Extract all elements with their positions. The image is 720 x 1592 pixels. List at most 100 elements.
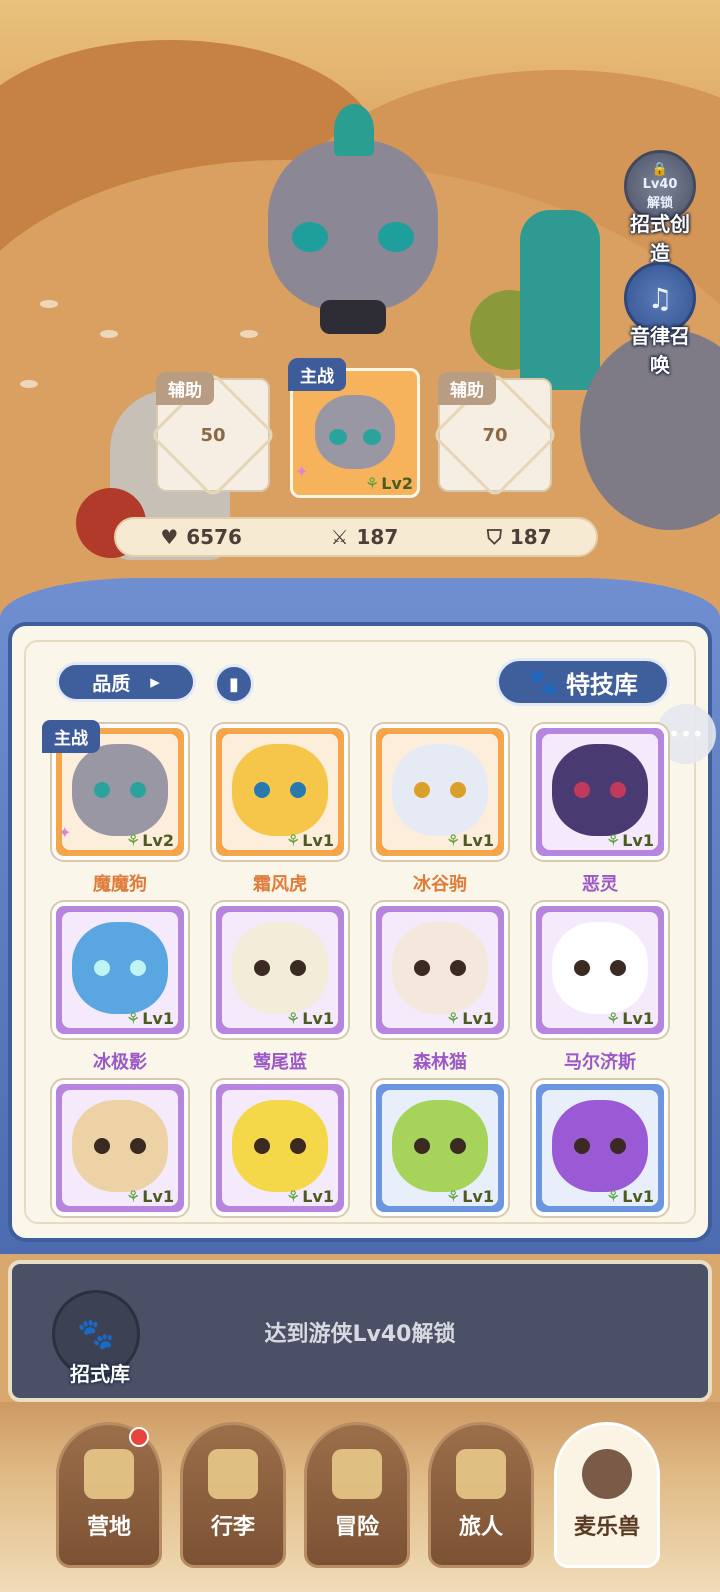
pet-card[interactable]: ⚘ Lv1 [52, 1080, 188, 1216]
heart-icon: ♥ [160, 525, 179, 549]
nav-traveler[interactable]: 旅人 [428, 1422, 534, 1568]
pet-portrait [72, 744, 168, 836]
skill-library-label: 特技库 [565, 670, 638, 699]
pet-thumbnail: ⚘ Lv1 [532, 1080, 668, 1216]
stat-bar: ♥ 6576 ⚔ 187 ⛉ 187 [114, 517, 598, 557]
pet-card[interactable]: ⚘ Lv1 冰谷驹 [372, 724, 508, 896]
sprout-icon: ⚘ [605, 1187, 621, 1206]
pet-thumbnail: ⚘ Lv1 [372, 1080, 508, 1216]
level-badge: ⚘ Lv1 [446, 831, 494, 850]
support-tag: 辅助 [156, 372, 214, 405]
level-badge: ⚘ Lv1 [286, 831, 334, 850]
sprout-icon: ⚘ [605, 1009, 621, 1028]
pet-portrait [232, 922, 328, 1014]
level-badge: ⚘ Lv1 [446, 1187, 494, 1206]
pebble [100, 330, 118, 338]
pet-thumbnail: ⚘ Lv1 [52, 902, 188, 1038]
main-pet-model[interactable] [268, 104, 438, 334]
teal-monster[interactable] [520, 210, 600, 390]
skill-library-button[interactable]: 🐾 特技库 [496, 658, 670, 706]
quality-filter-button[interactable]: 品质 ▸ [56, 662, 196, 702]
attack-stat: ⚔ 187 [331, 525, 399, 549]
sprout-icon: ⚘ [125, 1009, 141, 1028]
pet-portrait [552, 922, 648, 1014]
level-text: Lv1 [302, 1187, 334, 1206]
level-badge: ⚘ Lv1 [126, 1187, 174, 1206]
nav-label: 旅人 [458, 1515, 503, 1540]
level-badge: ⚘ Lv1 [126, 1009, 174, 1028]
level-text: Lv2 [381, 474, 413, 493]
nav-camp[interactable]: 营地 [56, 1422, 162, 1568]
bottom-navigation: 营地 行李 冒险 旅人 麦乐兽 [0, 1402, 720, 1592]
quality-label: 品质 [92, 672, 131, 695]
level-text: Lv1 [622, 1187, 654, 1206]
pet-portrait [232, 744, 328, 836]
pet-card[interactable]: ⚘ Lv1 [372, 1080, 508, 1216]
pebble [240, 330, 258, 338]
shield-icon: ⛉ [486, 525, 502, 549]
book-icon: ▮ [229, 673, 239, 695]
pet-name: 恶灵 [582, 874, 618, 895]
pet-portrait [232, 1100, 328, 1192]
nav-luggage[interactable]: 行李 [180, 1422, 286, 1568]
main-slot[interactable]: ✦ ⚘ Lv2 主战 [288, 358, 420, 498]
move-creation-label: 招式创造 [630, 212, 690, 265]
nav-pets[interactable]: 麦乐兽 [554, 1422, 660, 1568]
pet-eye [329, 429, 347, 445]
defense-stat: ⛉ 187 [487, 525, 552, 549]
nav-label: 冒险 [334, 1515, 379, 1540]
pet-card[interactable]: ⚘ Lv1 马尔济斯 [532, 902, 668, 1074]
rhythm-summon-label: 音律召唤 [630, 324, 690, 377]
pet-eye [378, 222, 414, 252]
character-icon [456, 1449, 506, 1499]
pet-card[interactable]: ⚘ Lv1 [212, 1080, 348, 1216]
support-slot-left[interactable]: 50 辅助 [149, 371, 277, 499]
sprout-icon: ⚘ [125, 1187, 141, 1206]
pet-card[interactable]: ⚘ Lv1 霜风虎 [212, 724, 348, 896]
nav-label: 麦乐兽 [573, 1515, 640, 1540]
pet-card[interactable]: ⚘ Lv1 森林猫 [372, 902, 508, 1074]
pet-card[interactable]: ⚘ Lv1 冰极影 [52, 902, 188, 1074]
pet-thumbnail: ⚘ Lv1 [532, 902, 668, 1038]
pet-card[interactable]: 主战 ✦ ⚘ Lv2 魔魔狗 [42, 720, 188, 896]
level-text: Lv1 [142, 1009, 174, 1028]
level-badge: ⚘ Lv1 [286, 1009, 334, 1028]
castle-icon [84, 1449, 134, 1499]
level-text: Lv1 [622, 831, 654, 850]
level-badge: ⚘ Lv2 [126, 831, 174, 850]
level-text: Lv1 [302, 1009, 334, 1028]
pet-card[interactable]: ⚘ Lv1 [532, 1080, 668, 1216]
nav-adventure[interactable]: 冒险 [304, 1422, 410, 1568]
pet-card[interactable]: ⚘ Lv1 恶灵 [532, 724, 668, 896]
rhythm-summon-button[interactable]: ♫ 音律召唤 [622, 262, 698, 378]
codex-button[interactable]: ▮ [214, 664, 254, 704]
support-slot-right[interactable]: 70 辅助 [431, 371, 559, 499]
pet-eye [363, 429, 381, 445]
sparkle-icon: ✦ [58, 823, 72, 842]
pet-name: 霜风虎 [253, 874, 307, 895]
harp-icon: ♫ [647, 281, 673, 315]
sprout-icon: ⚘ [125, 831, 141, 850]
pet-thumbnail: ⚘ Lv1 [372, 724, 508, 860]
move-library-bar[interactable]: 🐾 招式库 达到游侠Lv40解锁 [8, 1260, 712, 1402]
nav-label: 行李 [210, 1515, 255, 1540]
level-badge: ⚘ Lv2 [365, 474, 413, 493]
level-text: Lv1 [142, 1187, 174, 1206]
level-text: Lv1 [302, 831, 334, 850]
pet-name: 冰极影 [93, 1052, 147, 1073]
move-creation-button[interactable]: 🔒 Lv40 解锁 招式创造 [622, 150, 698, 266]
sprout-icon: ⚘ [445, 1009, 461, 1028]
pet-thumbnail: ⚘ Lv1 [372, 902, 508, 1038]
level-badge: ⚘ Lv1 [446, 1009, 494, 1028]
sparkle-icon: ✦ [295, 462, 309, 481]
pet-portrait [392, 744, 488, 836]
level-text: Lv1 [462, 1187, 494, 1206]
pet-name: 魔魔狗 [93, 874, 147, 895]
lock-level: Lv40 [642, 176, 678, 192]
pet-eye [292, 222, 328, 252]
pet-card[interactable]: ⚘ Lv1 莺尾蓝 [212, 902, 348, 1074]
level-badge: ⚘ Lv1 [606, 1009, 654, 1028]
hp-value: 6576 [186, 525, 242, 549]
pet-thumbnail: ⚘ Lv1 [52, 1080, 188, 1216]
main-pet-portrait [315, 395, 395, 469]
